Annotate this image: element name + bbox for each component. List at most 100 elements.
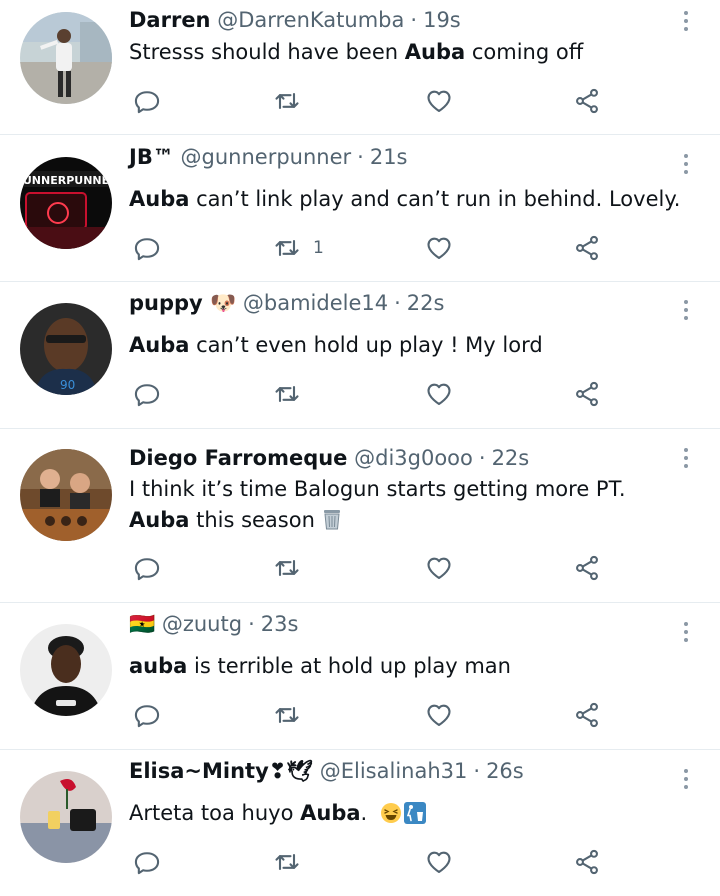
user-handle[interactable]: @di3g0ooo <box>354 446 473 470</box>
reply-button[interactable] <box>133 233 161 263</box>
user-handle[interactable]: @zuutg <box>162 612 242 636</box>
highlighted-term: auba <box>129 654 188 678</box>
tweet-actions: 1 <box>133 233 613 263</box>
reply-bubble-icon <box>134 384 160 407</box>
user-handle[interactable]: @bamidele14 <box>243 291 388 315</box>
retweet-arrows-icon <box>275 92 299 110</box>
separator-dot: · <box>410 8 418 32</box>
user-handle[interactable]: @DarrenKatumba <box>217 8 404 32</box>
avatar[interactable] <box>20 12 112 104</box>
reply-button[interactable] <box>133 553 161 583</box>
retweet-arrows-icon <box>275 853 299 871</box>
highlighted-term: Auba <box>300 801 361 825</box>
reply-button[interactable] <box>133 700 161 730</box>
like-button[interactable] <box>425 700 453 730</box>
tweet-text-part: I think it’s time Balogun starts getting… <box>129 477 626 501</box>
share-button[interactable] <box>573 379 601 409</box>
tweet-text-part: . <box>360 801 374 825</box>
reply-button[interactable] <box>133 379 161 409</box>
reply-bubble-icon <box>134 852 160 875</box>
more-options-icon[interactable] <box>682 622 690 642</box>
like-button[interactable] <box>425 233 453 263</box>
more-options-icon[interactable] <box>682 769 690 789</box>
tweet-text-part: this season <box>189 508 315 532</box>
timestamp[interactable]: 22s <box>492 446 530 470</box>
display-name[interactable]: Darren <box>129 8 211 32</box>
retweet-button[interactable] <box>273 86 313 116</box>
tweet-actions <box>133 86 613 116</box>
retweet-arrows-icon <box>275 385 299 403</box>
separator-dot: · <box>394 291 401 315</box>
tweet-actions <box>133 553 613 583</box>
tweet-feed: Darren @DarrenKatumba · 19s Stresss should… <box>0 0 720 896</box>
display-name[interactable]: Elisa~Minty❣🕊 <box>129 759 313 783</box>
avatar[interactable]: UNNERPUNNE <box>20 157 112 249</box>
tweet-text-part: is terrible at hold up play man <box>187 654 511 678</box>
tweet-text: Arteta toa huyo Auba. <box>129 798 689 833</box>
tweet[interactable]: 🇬🇭 @zuutg · 23s auba is terrible at hold u… <box>0 603 720 750</box>
heart-outline-icon <box>427 90 451 112</box>
retweet-button[interactable] <box>273 847 313 877</box>
like-button[interactable] <box>425 86 453 116</box>
tweet-text: Auba can’t even hold up play ! My lord <box>129 330 689 361</box>
litter-bin-emoji-icon <box>403 802 426 833</box>
tweet-text: auba is terrible at hold up play man <box>129 651 689 682</box>
timestamp[interactable]: 26s <box>486 759 524 783</box>
share-button[interactable] <box>573 700 601 730</box>
reply-bubble-icon <box>134 91 160 114</box>
display-name[interactable]: puppy 🐶 <box>129 291 236 315</box>
display-name[interactable]: Diego Farromeque <box>129 446 347 470</box>
more-options-icon[interactable] <box>682 154 690 174</box>
like-button[interactable] <box>425 847 453 877</box>
tweet-text-part: Stresss should have been <box>129 40 405 64</box>
user-handle[interactable]: @Elisalinah31 <box>320 759 468 783</box>
share-nodes-icon <box>576 702 598 728</box>
reply-button[interactable] <box>133 86 161 116</box>
separator-dot: · <box>357 145 364 169</box>
avatar[interactable] <box>20 449 112 541</box>
more-options-icon[interactable] <box>682 300 690 320</box>
tweet-actions <box>133 847 613 877</box>
timestamp[interactable]: 21s <box>370 145 408 169</box>
tweet[interactable]: UNNERPUNNE JB™ @gunnerpunner · 21s Auba ca… <box>0 135 720 282</box>
tweet[interactable]: 90 puppy 🐶 @bamidele14 · 22s Auba can’t ev… <box>0 282 720 429</box>
timestamp[interactable]: 19s <box>423 8 461 32</box>
more-options-icon[interactable] <box>682 448 690 468</box>
retweet-button[interactable] <box>273 553 313 583</box>
share-button[interactable] <box>573 233 601 263</box>
reply-button[interactable] <box>133 847 161 877</box>
tweet-actions <box>133 379 613 409</box>
avatar[interactable]: 90 <box>20 303 112 395</box>
tweet-header: puppy 🐶 @bamidele14 · 22s <box>129 288 444 318</box>
highlighted-term: Auba <box>404 40 466 64</box>
heart-outline-icon <box>427 237 451 259</box>
heart-outline-icon <box>427 851 451 873</box>
highlighted-term: Auba <box>129 333 190 357</box>
separator-dot: · <box>248 612 255 636</box>
user-handle[interactable]: @gunnerpunner <box>181 145 352 169</box>
share-nodes-icon <box>576 849 598 875</box>
retweet-button[interactable]: 1 <box>273 233 324 263</box>
retweet-button[interactable] <box>273 700 313 730</box>
avatar[interactable] <box>20 624 112 716</box>
retweet-button[interactable] <box>273 379 313 409</box>
timestamp[interactable]: 23s <box>261 612 299 636</box>
share-button[interactable] <box>573 553 601 583</box>
tweet-text: Auba can’t link play and can’t run in be… <box>129 184 689 215</box>
retweet-arrows-icon <box>275 239 299 257</box>
display-name[interactable]: JB™ <box>129 145 174 169</box>
display-name[interactable]: 🇬🇭 <box>129 612 155 636</box>
more-options-icon[interactable] <box>682 11 690 31</box>
wastebasket-emoji-icon <box>321 507 343 540</box>
tweet-actions <box>133 700 613 730</box>
tweet-text-part: can’t even hold up play ! My lord <box>189 333 543 357</box>
like-button[interactable] <box>425 553 453 583</box>
like-button[interactable] <box>425 379 453 409</box>
share-button[interactable] <box>573 847 601 877</box>
avatar[interactable] <box>20 771 112 863</box>
tweet[interactable]: Elisa~Minty❣🕊 @Elisalinah31 · 26s Arteta t… <box>0 750 720 896</box>
timestamp[interactable]: 22s <box>407 291 445 315</box>
share-button[interactable] <box>573 86 601 116</box>
tweet[interactable]: Diego Farromeque @di3g0ooo · 22s I think i… <box>0 429 720 603</box>
tweet[interactable]: Darren @DarrenKatumba · 19s Stresss should… <box>0 0 720 135</box>
